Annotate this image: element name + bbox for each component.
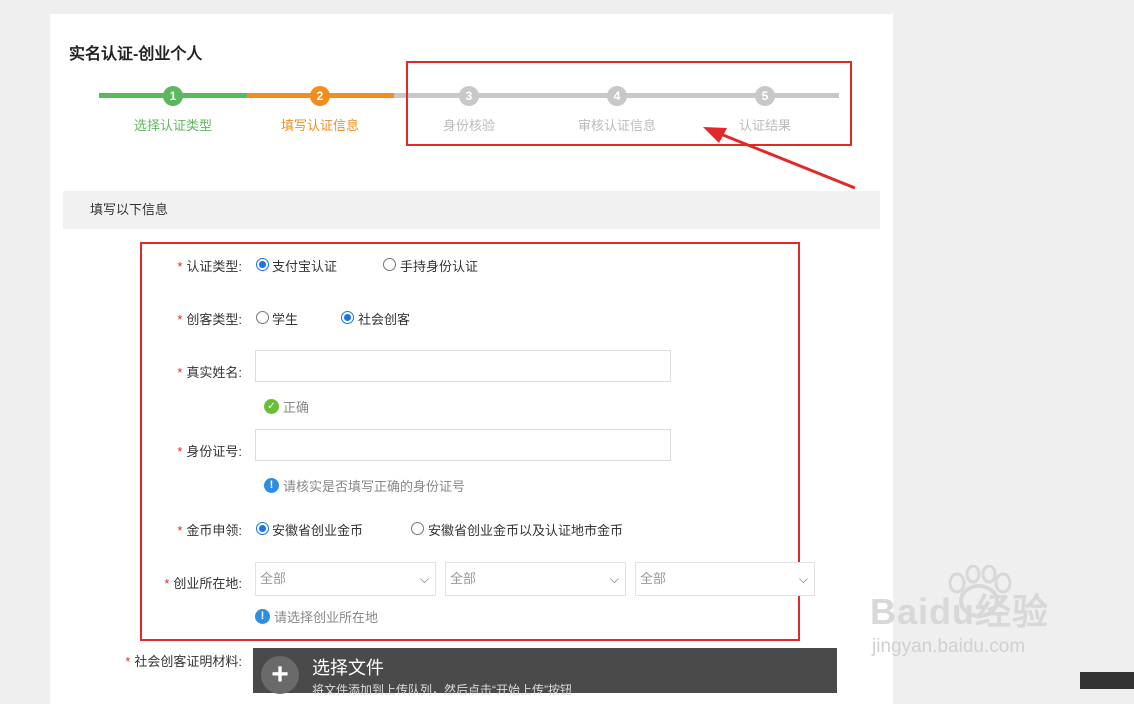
coin-claim-city-radio[interactable] [411,522,424,535]
auth-type-label: * 认证类型: [177,259,242,274]
city-select-value: 全部 [450,571,477,586]
real-name-label: * 真实姓名: [177,365,242,380]
plus-icon: + [261,656,299,694]
coin-claim-city-label[interactable]: 安徽省创业金币以及认证地市金币 [428,520,623,539]
chevron-down-icon: ⌵ [419,572,429,586]
real-name-input[interactable] [255,350,671,382]
required-mark: * [177,365,183,380]
province-select-value: 全部 [260,571,287,586]
id-number-hint-text: 请核实是否填写正确的身份证号 [283,479,466,494]
watermark-main: Baidu经验 [870,591,1050,632]
info-icon: ! [264,478,279,493]
section-heading: 填写以下信息 [63,191,880,229]
info-icon: ! [255,609,270,624]
coin-claim-province-label[interactable]: 安徽省创业金币 [272,520,363,539]
chevron-down-icon: ⌵ [798,572,808,586]
maker-type-student-radio[interactable] [256,311,269,324]
maker-type-student-label[interactable]: 学生 [272,309,298,328]
id-number-input[interactable] [255,429,671,461]
district-select-value: 全部 [640,571,667,586]
maker-type-social-radio[interactable] [341,311,354,324]
upload-subtitle: 将文件添加到上传队列，然后点击“开始上传”按钮 [312,683,572,697]
watermark-sub: jingyan.baidu.com [872,636,1026,657]
proof-label: * 社会创客证明材料: [125,654,242,669]
auth-type-alipay-label[interactable]: 支付宝认证 [272,256,337,275]
required-mark: * [164,576,170,591]
required-mark: * [177,259,183,274]
location-hint: ! 请选择创业所在地 [255,607,378,626]
id-number-hint: ! 请核实是否填写正确的身份证号 [264,476,465,495]
maker-type-label: * 创客类型: [177,312,242,327]
real-name-hint: ✓ 正确 [264,397,309,416]
district-select[interactable]: 全部 ⌵ [635,562,815,596]
id-number-label: * 身份证号: [177,444,242,459]
required-mark: * [177,312,183,327]
location-label: * 创业所在地: [164,576,242,591]
required-mark: * [177,523,183,538]
required-mark: * [177,444,183,459]
auth-type-alipay-radio[interactable] [256,258,269,271]
province-select[interactable]: 全部 ⌵ [255,562,436,596]
upload-title: 选择文件 [312,658,384,678]
auth-type-handheld-radio[interactable] [383,258,396,271]
maker-type-social-label[interactable]: 社会创客 [358,309,410,328]
auth-type-handheld-label[interactable]: 手持身份认证 [400,256,478,275]
location-hint-text: 请选择创业所在地 [274,610,379,625]
city-select[interactable]: 全部 ⌵ [445,562,626,596]
chevron-down-icon: ⌵ [609,572,619,586]
check-icon: ✓ [264,399,279,414]
real-name-hint-text: 正确 [283,400,310,415]
required-mark: * [125,654,131,669]
coin-claim-province-radio[interactable] [256,522,269,535]
corner-bar [1080,672,1134,689]
coin-claim-label: * 金币申领: [177,523,242,538]
file-upload-button[interactable]: + 选择文件 将文件添加到上传队列，然后点击“开始上传”按钮 [253,648,837,697]
